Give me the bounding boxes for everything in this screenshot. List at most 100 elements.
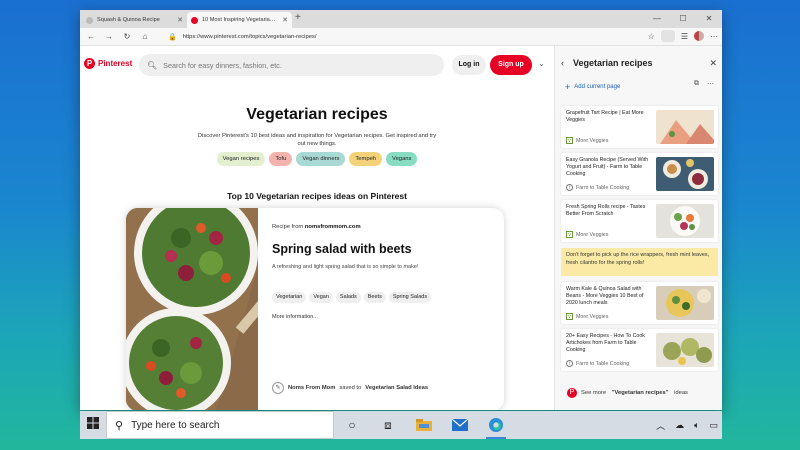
recipe-tags: Vegetarian Vegan Salads Beets Spring Sal… [272, 292, 432, 303]
salad-image[interactable] [126, 208, 258, 410]
pinterest-logo[interactable]: P Pinterest [84, 58, 132, 69]
more-icon[interactable]: ⋯ [707, 80, 714, 88]
refresh-icon[interactable]: ↻ [118, 32, 136, 41]
windows-start-icon[interactable] [80, 416, 106, 434]
veggie-site-icon: V [566, 231, 573, 238]
chip-vegan-recipes[interactable]: Vegan recipes [216, 152, 266, 166]
collection-item[interactable]: Warm Kale & Quinoa Salad with Beans - Mo… [561, 282, 718, 324]
grapefruit-tart-thumbnail [656, 110, 714, 144]
recipe-title[interactable]: Spring salad with beets [272, 242, 412, 256]
add-current-page-button[interactable]: + Add current page [565, 82, 620, 92]
tab-favicon [86, 16, 93, 24]
veggie-site-icon: V [566, 313, 573, 320]
avatar[interactable] [694, 31, 704, 41]
see-more-ideas-link[interactable]: P See more "Vegetarian recipes" ideas [567, 388, 688, 398]
notification-icon[interactable]: ▭ [709, 420, 718, 431]
collection-item[interactable]: 20+ Easy Recipes - How To Cook Artichoke… [561, 329, 718, 371]
system-tray: ︿ ☁ 🔈︎ ▭ [656, 411, 718, 439]
artichokes-thumbnail [656, 333, 714, 367]
collection-note[interactable]: Don't forget to pick up the rice wrapper… [561, 248, 718, 276]
plus-icon: + [565, 82, 571, 92]
close-icon[interactable]: ✕ [282, 16, 288, 24]
tag-beets[interactable]: Beets [363, 292, 386, 303]
cortana-icon[interactable]: ○ [334, 411, 370, 439]
collection-item[interactable]: Grapefruit Tart Recipe | Eat More Veggie… [561, 106, 718, 148]
forward-icon[interactable]: → [100, 32, 118, 41]
recipe-source-prefix: Recipe from [272, 224, 304, 230]
url-text: https://www.pinterest.com/topics/vegetar… [182, 33, 317, 40]
profile-icon[interactable]: ✎ [272, 382, 284, 394]
mail-icon[interactable] [442, 411, 478, 439]
chip-tofu[interactable]: Tofu [269, 152, 293, 166]
search-input[interactable]: 🔍︎ Search for easy dinners, fashion, etc… [139, 54, 444, 76]
new-tab-icon[interactable]: + [295, 12, 301, 23]
more-icon[interactable]: ⋯ [710, 32, 718, 41]
tab-squash-quinoa[interactable]: Squash & Quinoa Recipe ✕ [82, 12, 187, 28]
collection-item-source-name: Farm to Table Cooking [576, 360, 630, 367]
volume-icon[interactable]: 🔈︎ [694, 420, 699, 431]
recipe-card[interactable]: Recipe from nomsfrommom.com Spring salad… [126, 208, 504, 410]
favorite-star-icon[interactable]: ☆ [648, 32, 655, 41]
collection-item[interactable]: Easy Granola Recipe (Served With Yogurt … [561, 153, 718, 195]
browser-window: Squash & Quinoa Recipe ✕ 10 Most Inspiri… [80, 10, 722, 410]
collection-item-title: 20+ Easy Recipes - How To Cook Artichoke… [566, 333, 645, 353]
share-icon[interactable]: ⧉ [694, 80, 699, 88]
collection-item-source-name: More Veggies [576, 313, 609, 320]
file-explorer-icon[interactable] [406, 411, 442, 439]
page-title: Vegetarian recipes [246, 106, 388, 123]
chip-vegans[interactable]: Vegans [386, 152, 418, 166]
page-content: P Pinterest 🔍︎ Search for easy dinners, … [80, 46, 554, 410]
collection-item[interactable]: Fresh Spring Rolls recipe - Tastes Bette… [561, 200, 718, 242]
tag-vegetarian[interactable]: Vegetarian [272, 292, 307, 303]
chip-tempeh[interactable]: Tempeh [349, 152, 383, 166]
edge-browser-icon[interactable] [478, 411, 514, 439]
collection-item-title: Easy Granola Recipe (Served With Yogurt … [566, 157, 649, 177]
recipe-source: Recipe from nomsfrommom.com [272, 224, 361, 230]
tab-vegetarian[interactable]: 10 Most Inspiring Vegetarian Re ✕ [187, 12, 292, 28]
close-icon[interactable]: ✕ [709, 58, 717, 69]
saved-by-user[interactable]: Noms From Mom [288, 385, 335, 391]
see-more-suffix: ideas [672, 390, 688, 396]
home-icon[interactable]: ⌂ [136, 32, 154, 41]
chip-vegan-dinners[interactable]: Vegan dinners [296, 152, 346, 166]
taskbar-search-input[interactable]: ⚲ Type here to search [106, 411, 334, 439]
chevron-left-icon[interactable]: ‹ [561, 58, 573, 68]
see-more-query: "Vegetarian recipes" [611, 390, 669, 396]
collection-item-source-name: Farm to Table Cooking [576, 184, 630, 191]
close-window-icon[interactable]: ✕ [696, 10, 722, 28]
pinterest-favicon [191, 16, 198, 24]
tag-salads[interactable]: Salads [335, 292, 361, 303]
chevron-up-icon[interactable]: ︿ [656, 419, 665, 432]
favorites-icon[interactable]: ☰ [681, 32, 688, 41]
close-icon[interactable]: ✕ [177, 16, 183, 24]
recipe-source-site[interactable]: nomsfrommom.com [305, 224, 361, 230]
minimize-icon[interactable]: — [644, 10, 670, 28]
cloud-icon[interactable]: ☁ [675, 420, 684, 431]
farm-site-icon: f [566, 360, 573, 367]
task-view-icon[interactable]: ⧈ [370, 411, 406, 439]
signup-button[interactable]: Sign up [490, 55, 532, 75]
saved-board[interactable]: Vegetarian Salad Ideas [365, 385, 428, 391]
more-info-link[interactable]: More information... [272, 314, 318, 320]
collection-item-source: V More Veggies [566, 313, 608, 320]
collection-item-source-name: More Veggies [576, 137, 609, 144]
url-field[interactable]: 🔒 https://www.pinterest.com/topics/veget… [162, 30, 640, 44]
section-title: Top 10 Vegetarian recipes ideas on Pinte… [227, 191, 407, 201]
window-controls: — ☐ ✕ [644, 10, 722, 28]
collections-button[interactable] [660, 30, 675, 42]
collection-item-source-name: More Veggies [576, 231, 609, 238]
chevron-down-icon[interactable]: ⌄ [538, 59, 545, 68]
pinterest-icon: P [84, 58, 95, 69]
login-button[interactable]: Log in [452, 55, 486, 75]
toolbar-right: ☆ ☰ ⋯ [648, 30, 718, 42]
topic-chips: Vegan recipes Tofu Vegan dinners Tempeh … [80, 152, 554, 166]
tag-vegan[interactable]: Vegan [309, 292, 333, 303]
pinterest-header: P Pinterest 🔍︎ Search for easy dinners, … [84, 54, 550, 76]
collections-title: Vegetarian recipes [573, 58, 653, 68]
recipe-card-body: Recipe from nomsfrommom.com Spring salad… [272, 208, 497, 410]
address-bar: ← → ↻ ⌂ 🔒 https://www.pinterest.com/topi… [80, 28, 722, 46]
tag-spring-salads[interactable]: Spring Salads [388, 292, 432, 303]
back-icon[interactable]: ← [82, 32, 100, 41]
tab-title: Squash & Quinoa Recipe [97, 17, 160, 23]
maximize-icon[interactable]: ☐ [670, 10, 696, 28]
